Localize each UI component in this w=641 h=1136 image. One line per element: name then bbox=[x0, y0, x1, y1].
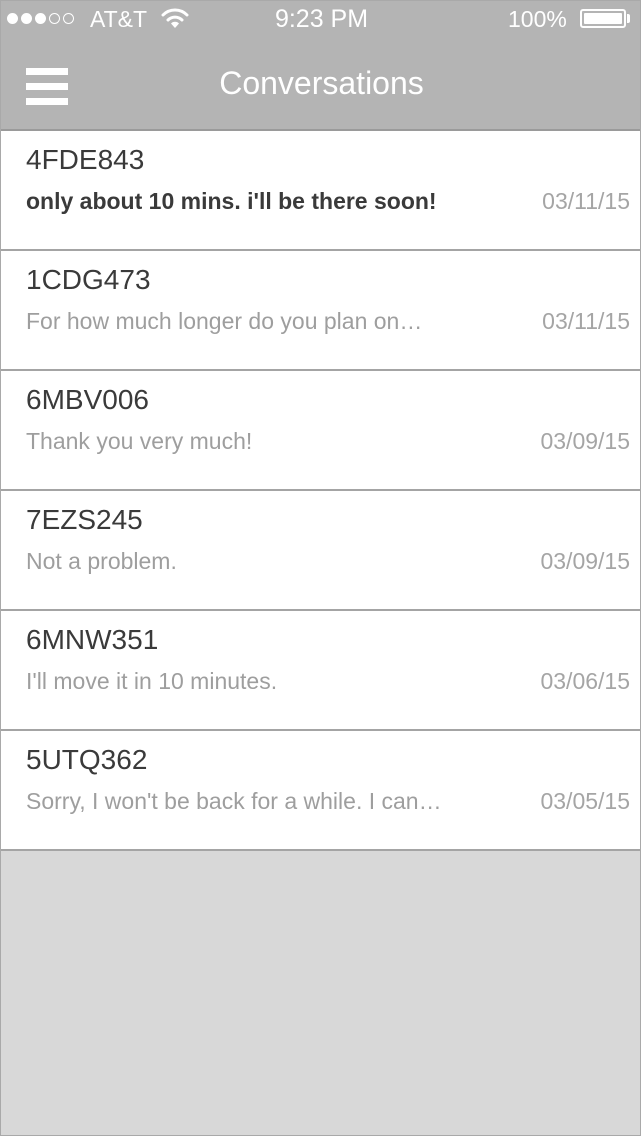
status-bar: AT&T 9:23 PM 100% bbox=[1, 1, 640, 39]
message-preview: only about 10 mins. i'll be there soon! bbox=[26, 188, 437, 214]
message-preview: Not a problem. bbox=[26, 548, 177, 574]
message-date: 03/11/15 bbox=[542, 188, 630, 214]
message-date: 03/11/15 bbox=[542, 308, 630, 334]
conversation-id: 6MBV006 bbox=[26, 384, 149, 415]
page-title: Conversations bbox=[219, 65, 424, 101]
message-date: 03/05/15 bbox=[540, 788, 630, 814]
message-preview: I'll move it in 10 minutes. bbox=[26, 668, 278, 694]
header-bar: AT&T 9:23 PM 100% Conversations bbox=[1, 1, 640, 129]
message-date: 03/09/15 bbox=[540, 428, 630, 454]
conversation-id: 6MNW351 bbox=[26, 624, 159, 655]
conversation-id: 5UTQ362 bbox=[26, 744, 148, 775]
message-date: 03/09/15 bbox=[540, 548, 630, 574]
conversation-id: 7EZS245 bbox=[26, 504, 143, 535]
conversation-row[interactable]: 6MNW351 I'll move it in 10 minutes. 03/06/… bbox=[1, 611, 640, 731]
conversation-id: 1CDG473 bbox=[26, 264, 151, 295]
battery-level-fill bbox=[584, 13, 622, 24]
conversation-list: 4FDE843 only about 10 mins. i'll be there… bbox=[1, 129, 640, 851]
battery-icon bbox=[580, 9, 626, 28]
conversation-row[interactable]: 4FDE843 only about 10 mins. i'll be there… bbox=[1, 131, 640, 251]
conversation-row[interactable]: 7EZS245 Not a problem. 03/09/15 bbox=[1, 491, 640, 611]
battery-tip bbox=[627, 14, 630, 23]
message-preview: Sorry, I won't be back for a while. I ca… bbox=[26, 788, 442, 814]
conversation-row[interactable]: 5UTQ362 Sorry, I won't be back for a whil… bbox=[1, 731, 640, 851]
conversation-id: 4FDE843 bbox=[26, 144, 145, 175]
message-preview: Thank you very much! bbox=[26, 428, 253, 454]
message-date: 03/06/15 bbox=[540, 668, 630, 694]
conversation-row[interactable]: 6MBV006 Thank you very much! 03/09/15 bbox=[1, 371, 640, 491]
message-preview: For how much longer do you plan on… bbox=[26, 308, 423, 334]
battery-percentage: 100% bbox=[508, 6, 567, 32]
conversation-row[interactable]: 1CDG473 For how much longer do you plan o… bbox=[1, 251, 640, 371]
app-screen: AT&T 9:23 PM 100% Conversations 4FDE843 o… bbox=[0, 0, 641, 1136]
